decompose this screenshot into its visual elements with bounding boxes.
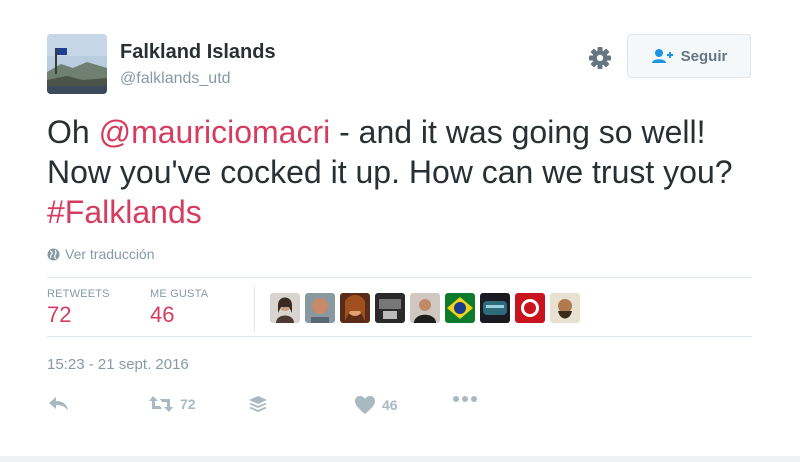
liker-avatar[interactable] xyxy=(515,293,545,323)
globe-icon xyxy=(47,248,60,260)
divider xyxy=(47,336,752,337)
liker-avatar[interactable] xyxy=(305,293,335,323)
page-bottom-strip xyxy=(0,456,800,462)
likes-count[interactable]: 46 xyxy=(150,302,174,328)
liker-avatar[interactable] xyxy=(270,293,300,323)
mention-link[interactable]: @mauriciomacri xyxy=(99,114,331,150)
likes-label: ME GUSTA xyxy=(150,288,209,300)
heart-icon xyxy=(355,396,375,414)
like-count: 46 xyxy=(382,397,398,413)
reply-icon xyxy=(49,397,68,411)
like-button[interactable]: 46 xyxy=(354,395,398,415)
likers-avatars xyxy=(270,293,580,323)
liker-avatar[interactable] xyxy=(480,293,510,323)
stats-separator xyxy=(254,286,255,332)
profile-avatar[interactable] xyxy=(47,34,107,94)
buffer-button[interactable] xyxy=(248,395,268,415)
retweets-label: RETWEETS xyxy=(47,288,110,300)
liker-avatar[interactable] xyxy=(375,293,405,323)
layers-icon xyxy=(249,396,267,412)
follow-button[interactable]: Seguir xyxy=(627,34,751,78)
hashtag-link[interactable]: #Falklands xyxy=(47,194,202,230)
avatar-image xyxy=(47,34,107,94)
username[interactable]: @falklands_utd xyxy=(120,70,231,88)
gear-icon[interactable] xyxy=(586,44,614,72)
tweet-text-part: Oh xyxy=(47,114,99,150)
more-icon xyxy=(453,396,477,402)
retweet-button[interactable]: 72 xyxy=(148,395,196,413)
retweets-count[interactable]: 72 xyxy=(47,302,71,328)
display-name[interactable]: Falkland Islands xyxy=(120,41,276,64)
divider xyxy=(47,277,752,278)
retweet-count: 72 xyxy=(180,396,196,412)
more-button[interactable] xyxy=(452,395,478,403)
follow-button-label: Seguir xyxy=(680,47,728,65)
translate-link[interactable]: Ver traducción xyxy=(47,246,155,262)
retweet-icon xyxy=(149,396,173,412)
tweet-text: Oh @mauriciomacri - and it was going so … xyxy=(47,112,767,232)
timestamp[interactable]: 15:23 - 21 sept. 2016 xyxy=(47,356,189,373)
add-user-icon xyxy=(651,49,673,63)
liker-avatar[interactable] xyxy=(550,293,580,323)
liker-avatar[interactable] xyxy=(445,293,475,323)
translate-label: Ver traducción xyxy=(65,246,155,262)
liker-avatar[interactable] xyxy=(340,293,370,323)
liker-avatar[interactable] xyxy=(410,293,440,323)
reply-button[interactable] xyxy=(48,395,70,413)
